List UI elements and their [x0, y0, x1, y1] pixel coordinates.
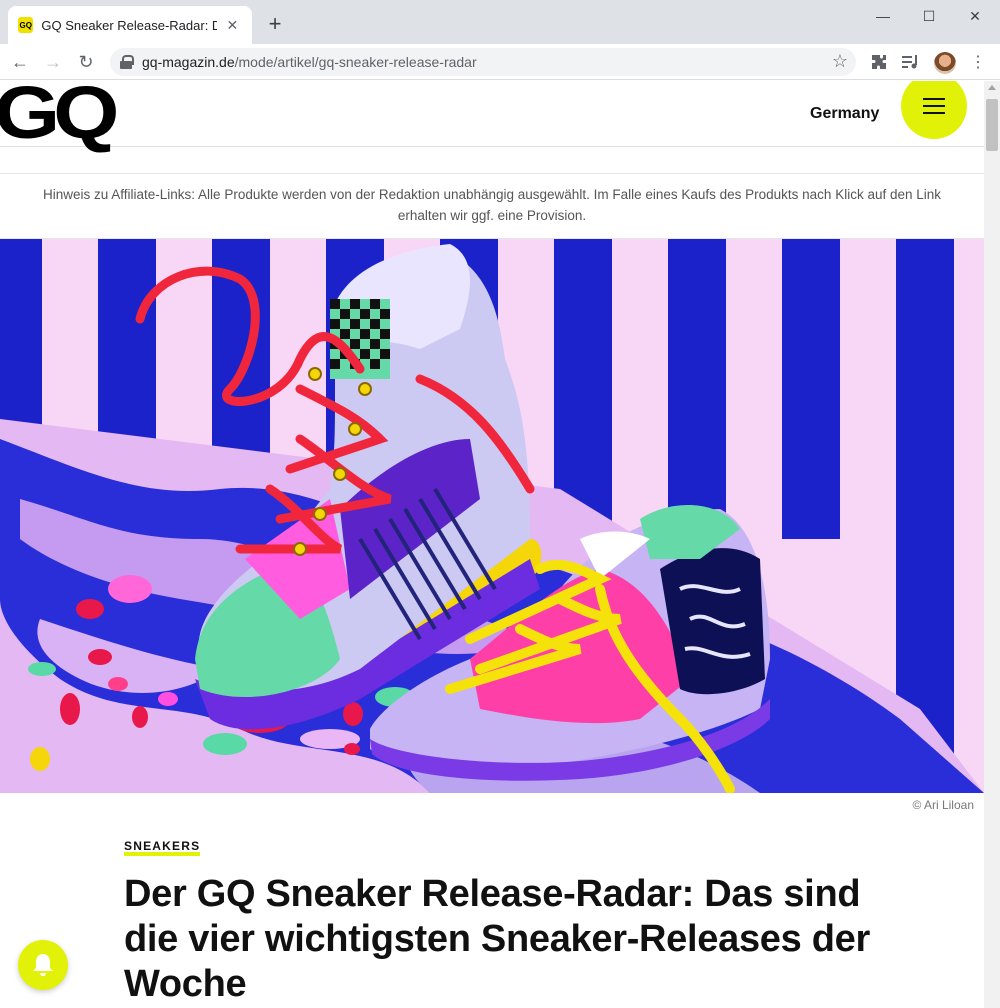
sneaker-illustration — [0, 239, 984, 793]
profile-avatar[interactable] — [934, 52, 956, 74]
bell-icon — [33, 954, 53, 976]
menu-button[interactable] — [901, 81, 967, 139]
url-domain: gq-magazin.de — [142, 54, 235, 70]
maximize-icon[interactable]: ☐ — [906, 4, 952, 28]
hero-image[interactable] — [0, 239, 984, 793]
tab-favicon-icon: GQ — [18, 17, 34, 33]
back-icon[interactable]: ← — [7, 49, 33, 75]
forward-icon[interactable]: → — [40, 49, 66, 75]
scroll-thumb[interactable] — [986, 99, 998, 151]
page-scrollbar[interactable] — [984, 81, 1000, 1008]
web-page: GQ Germany Hinweis zu Affiliate-Links: A… — [0, 81, 984, 1008]
image-credit: © Ari Liloan — [912, 798, 974, 812]
article-header: SNEAKERS Der GQ Sneaker Release-Radar: D… — [124, 837, 884, 1007]
new-tab-button[interactable]: + — [262, 12, 288, 38]
browser-menu-icon[interactable]: ⋮ — [966, 50, 990, 74]
scroll-up-icon[interactable] — [988, 85, 996, 90]
url-text: gq-magazin.de/mode/artikel/gq-sneaker-re… — [142, 54, 477, 70]
tab-bar: GQ GQ Sneaker Release-Radar: Die 4 ✕ + —… — [0, 0, 1000, 44]
notification-button[interactable] — [18, 940, 68, 990]
gq-logo[interactable]: GQ — [0, 81, 120, 153]
media-icon[interactable] — [899, 50, 923, 74]
minimize-icon[interactable]: — — [860, 4, 906, 28]
menu-icon-line — [923, 98, 945, 100]
address-bar[interactable]: gq-magazin.de/mode/artikel/gq-sneaker-re… — [110, 48, 856, 76]
site-header: GQ Germany — [0, 81, 984, 153]
tab-title: GQ Sneaker Release-Radar: Die 4 — [41, 17, 217, 33]
country-selector[interactable]: Germany — [810, 105, 879, 123]
close-window-icon[interactable]: ✕ — [952, 4, 998, 28]
url-path: /mode/artikel/gq-sneaker-release-radar — [234, 54, 477, 70]
tab-close-icon[interactable]: ✕ — [223, 15, 242, 35]
affiliate-notice: Hinweis zu Affiliate-Links: Alle Produkt… — [0, 173, 984, 239]
reload-icon[interactable]: ↻ — [73, 49, 99, 75]
article-category[interactable]: SNEAKERS — [124, 840, 201, 856]
star-icon[interactable]: ☆ — [832, 51, 848, 72]
browser-tab[interactable]: GQ GQ Sneaker Release-Radar: Die 4 ✕ — [8, 6, 252, 44]
extensions-icon[interactable] — [867, 50, 891, 74]
menu-icon-line — [923, 105, 945, 107]
menu-icon-line — [923, 112, 945, 114]
article-headline: Der GQ Sneaker Release-Radar: Das sind d… — [124, 873, 870, 1005]
browser-toolbar: ← → ↻ gq-magazin.de/mode/artikel/gq-snea… — [0, 44, 1000, 80]
lock-icon — [120, 55, 134, 69]
